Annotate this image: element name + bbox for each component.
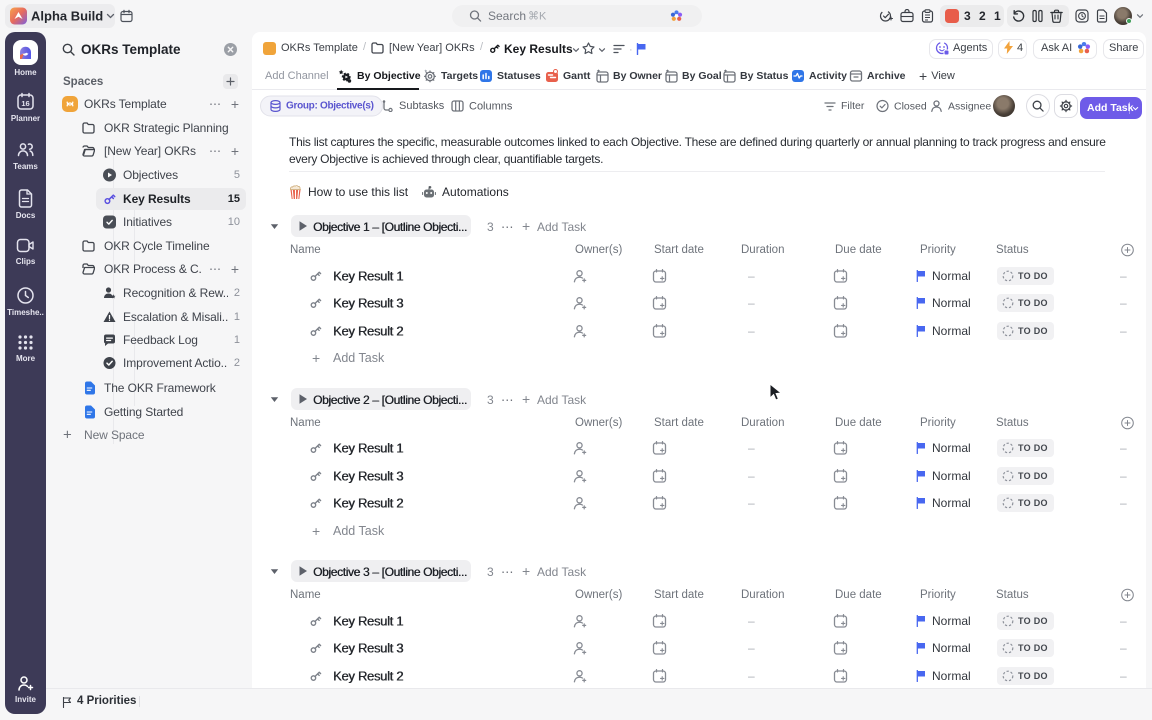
svg-text:16: 16 bbox=[21, 99, 29, 108]
